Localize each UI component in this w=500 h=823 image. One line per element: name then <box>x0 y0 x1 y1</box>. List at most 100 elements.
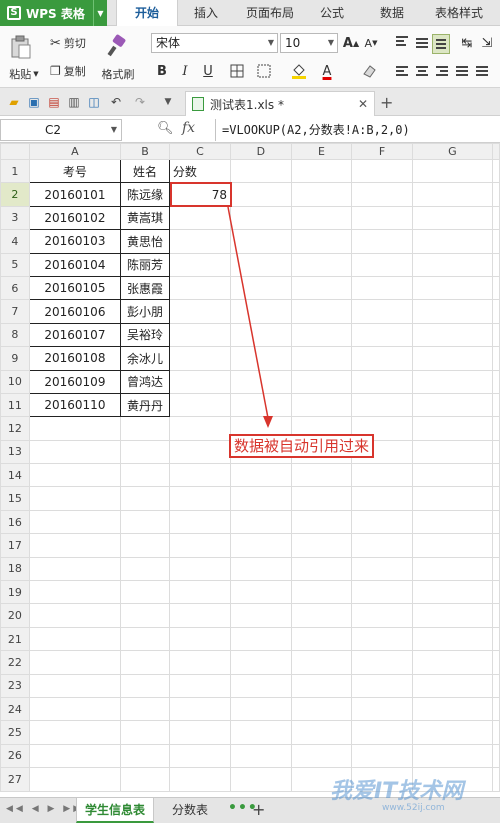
row-header-27[interactable]: 27 <box>0 767 30 792</box>
row-header-21[interactable]: 21 <box>0 626 30 652</box>
cell[interactable] <box>28 696 122 722</box>
cell-score[interactable] <box>168 299 232 324</box>
cell[interactable] <box>230 392 292 418</box>
cell[interactable] <box>492 252 500 277</box>
cell-student-name[interactable]: 黄思怡 <box>120 229 170 254</box>
cell[interactable] <box>411 252 494 277</box>
document-tab[interactable]: 测试表1.xls * ✕ <box>185 91 375 116</box>
print-preview-icon[interactable]: ◫ <box>86 94 102 110</box>
cell[interactable] <box>230 158 292 184</box>
cell[interactable] <box>351 580 413 605</box>
align-right-button[interactable] <box>436 66 448 76</box>
cell[interactable] <box>351 720 413 745</box>
underline-button[interactable]: U <box>199 62 217 80</box>
cell[interactable] <box>230 650 292 675</box>
cell-score[interactable] <box>168 205 232 231</box>
formula-input[interactable]: =VLOOKUP(A2,分数表!A:B,2,0) <box>215 119 500 141</box>
cell[interactable] <box>290 205 353 231</box>
cell[interactable] <box>290 720 353 745</box>
header-cell-score[interactable]: 分数 <box>168 158 232 184</box>
name-box[interactable]: C2 ▼ <box>0 119 122 141</box>
cell[interactable] <box>411 182 494 207</box>
cell[interactable] <box>411 299 494 324</box>
cell-student-name[interactable]: 吴裕玲 <box>120 322 170 348</box>
cell[interactable] <box>411 346 494 371</box>
row-header-9[interactable]: 9 <box>0 346 30 371</box>
cell[interactable] <box>411 463 494 488</box>
cell-exam-no[interactable]: 20160106 <box>28 299 122 324</box>
cell[interactable] <box>411 580 494 605</box>
cell-student-name[interactable]: 张惠霞 <box>120 275 170 301</box>
cell[interactable] <box>28 416 122 441</box>
cell-exam-no[interactable]: 20160104 <box>28 252 122 277</box>
cell[interactable] <box>120 650 170 675</box>
column-header-a[interactable]: A <box>28 143 122 160</box>
cell[interactable] <box>230 229 292 254</box>
cell-student-name[interactable]: 黄嵩琪 <box>120 205 170 231</box>
save-icon[interactable]: ▣ <box>26 94 42 110</box>
cell-exam-no[interactable]: 20160109 <box>28 369 122 394</box>
cell[interactable] <box>230 299 292 324</box>
cell[interactable] <box>168 650 232 675</box>
cell[interactable] <box>411 603 494 628</box>
row-header-16[interactable]: 16 <box>0 509 30 535</box>
cell[interactable] <box>230 463 292 488</box>
tab-data[interactable]: 数据 <box>366 0 418 26</box>
cell[interactable] <box>168 603 232 628</box>
sheet-tab-student-info[interactable]: 学生信息表 <box>76 798 154 823</box>
cell-student-name[interactable]: 陈丽芳 <box>120 252 170 277</box>
cell[interactable] <box>492 182 500 207</box>
font-name-select[interactable]: 宋体 ▼ <box>151 33 278 53</box>
cell[interactable] <box>290 322 353 348</box>
borders-button[interactable] <box>228 62 246 80</box>
cell[interactable] <box>230 205 292 231</box>
cell[interactable] <box>351 299 413 324</box>
cell[interactable] <box>290 299 353 324</box>
fill-pattern-button[interactable] <box>256 62 274 80</box>
cell[interactable] <box>351 252 413 277</box>
cell[interactable] <box>120 673 170 698</box>
cell[interactable] <box>351 650 413 675</box>
cell[interactable] <box>351 463 413 488</box>
paste-menu-button[interactable]: 粘贴 ▼ <box>4 66 44 82</box>
cell[interactable] <box>290 509 353 535</box>
cell[interactable] <box>230 720 292 745</box>
tab-table-style[interactable]: 表格样式 <box>426 0 492 26</box>
cell[interactable] <box>120 509 170 535</box>
row-header-26[interactable]: 26 <box>0 743 30 769</box>
cell[interactable] <box>411 743 494 769</box>
cell-student-name[interactable]: 曾鸿达 <box>120 369 170 394</box>
cell[interactable] <box>411 416 494 441</box>
cell[interactable] <box>230 696 292 722</box>
row-header-11[interactable]: 11 <box>0 392 30 418</box>
cell[interactable] <box>230 533 292 558</box>
cell[interactable] <box>168 486 232 511</box>
cell-exam-no[interactable]: 20160105 <box>28 275 122 301</box>
cell[interactable] <box>492 720 500 745</box>
cell[interactable] <box>411 229 494 254</box>
paste-button[interactable] <box>6 32 36 62</box>
grow-font-button[interactable]: A ▲ <box>342 34 360 52</box>
distributed-button[interactable] <box>476 66 488 76</box>
row-header-1[interactable]: 1 <box>0 158 30 184</box>
header-cell-exam-no[interactable]: 考号 <box>28 158 122 184</box>
cell-exam-no[interactable]: 20160102 <box>28 205 122 231</box>
cell[interactable] <box>28 463 122 488</box>
cell[interactable] <box>168 626 232 652</box>
wps-app-menu-button[interactable]: S WPS 表格 ▼ <box>0 0 107 26</box>
cell-student-name[interactable]: 彭小朋 <box>120 299 170 324</box>
align-bottom-button[interactable] <box>432 34 450 54</box>
insert-function-button[interactable]: fx <box>182 120 195 136</box>
cut-button[interactable]: ✂ 剪切 <box>50 34 96 52</box>
cell[interactable] <box>492 556 500 582</box>
cell-score[interactable] <box>168 252 232 277</box>
cell[interactable] <box>351 533 413 558</box>
cell[interactable] <box>411 275 494 301</box>
align-center-button[interactable] <box>416 66 428 76</box>
cell[interactable] <box>290 673 353 698</box>
cell[interactable] <box>492 650 500 675</box>
cell[interactable] <box>411 626 494 652</box>
cell-exam-no[interactable]: 20160107 <box>28 322 122 348</box>
cell-score[interactable] <box>168 392 232 418</box>
cell[interactable] <box>28 673 122 698</box>
